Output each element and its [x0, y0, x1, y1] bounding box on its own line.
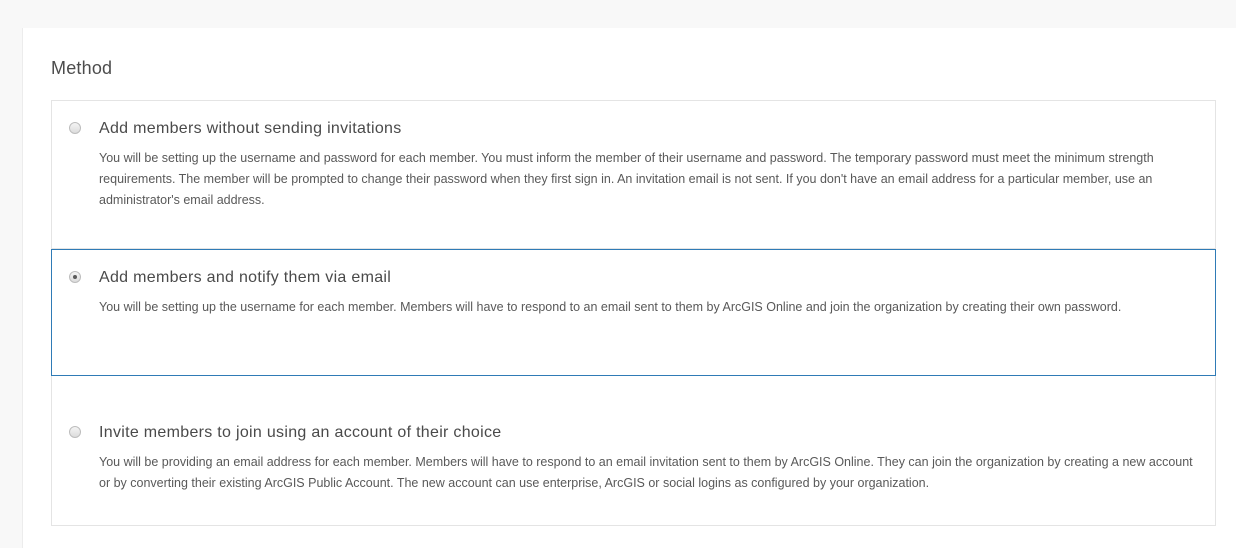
radio-button[interactable]	[69, 426, 81, 438]
radio-button-checked[interactable]	[69, 271, 81, 283]
option-description: You will be setting up the username and …	[99, 151, 1154, 207]
option-description: You will be providing an email address f…	[99, 455, 1193, 490]
section-title: Method	[51, 58, 113, 78]
method-panel: Method Add members without sending invit…	[22, 28, 1236, 548]
option-add-without-invitations[interactable]: Add members without sending invitations …	[51, 100, 1216, 249]
radio-button[interactable]	[69, 122, 81, 134]
radio-dot-icon	[73, 275, 77, 279]
option-invite-members[interactable]: Invite members to join using an account …	[51, 376, 1216, 526]
option-label: Add members and notify them via email	[99, 269, 392, 286]
option-label: Invite members to join using an account …	[99, 424, 502, 441]
option-description: You will be setting up the username for …	[99, 300, 1122, 314]
option-add-and-notify-email[interactable]: Add members and notify them via email Yo…	[51, 249, 1216, 376]
option-label: Add members without sending invitations	[99, 120, 402, 137]
